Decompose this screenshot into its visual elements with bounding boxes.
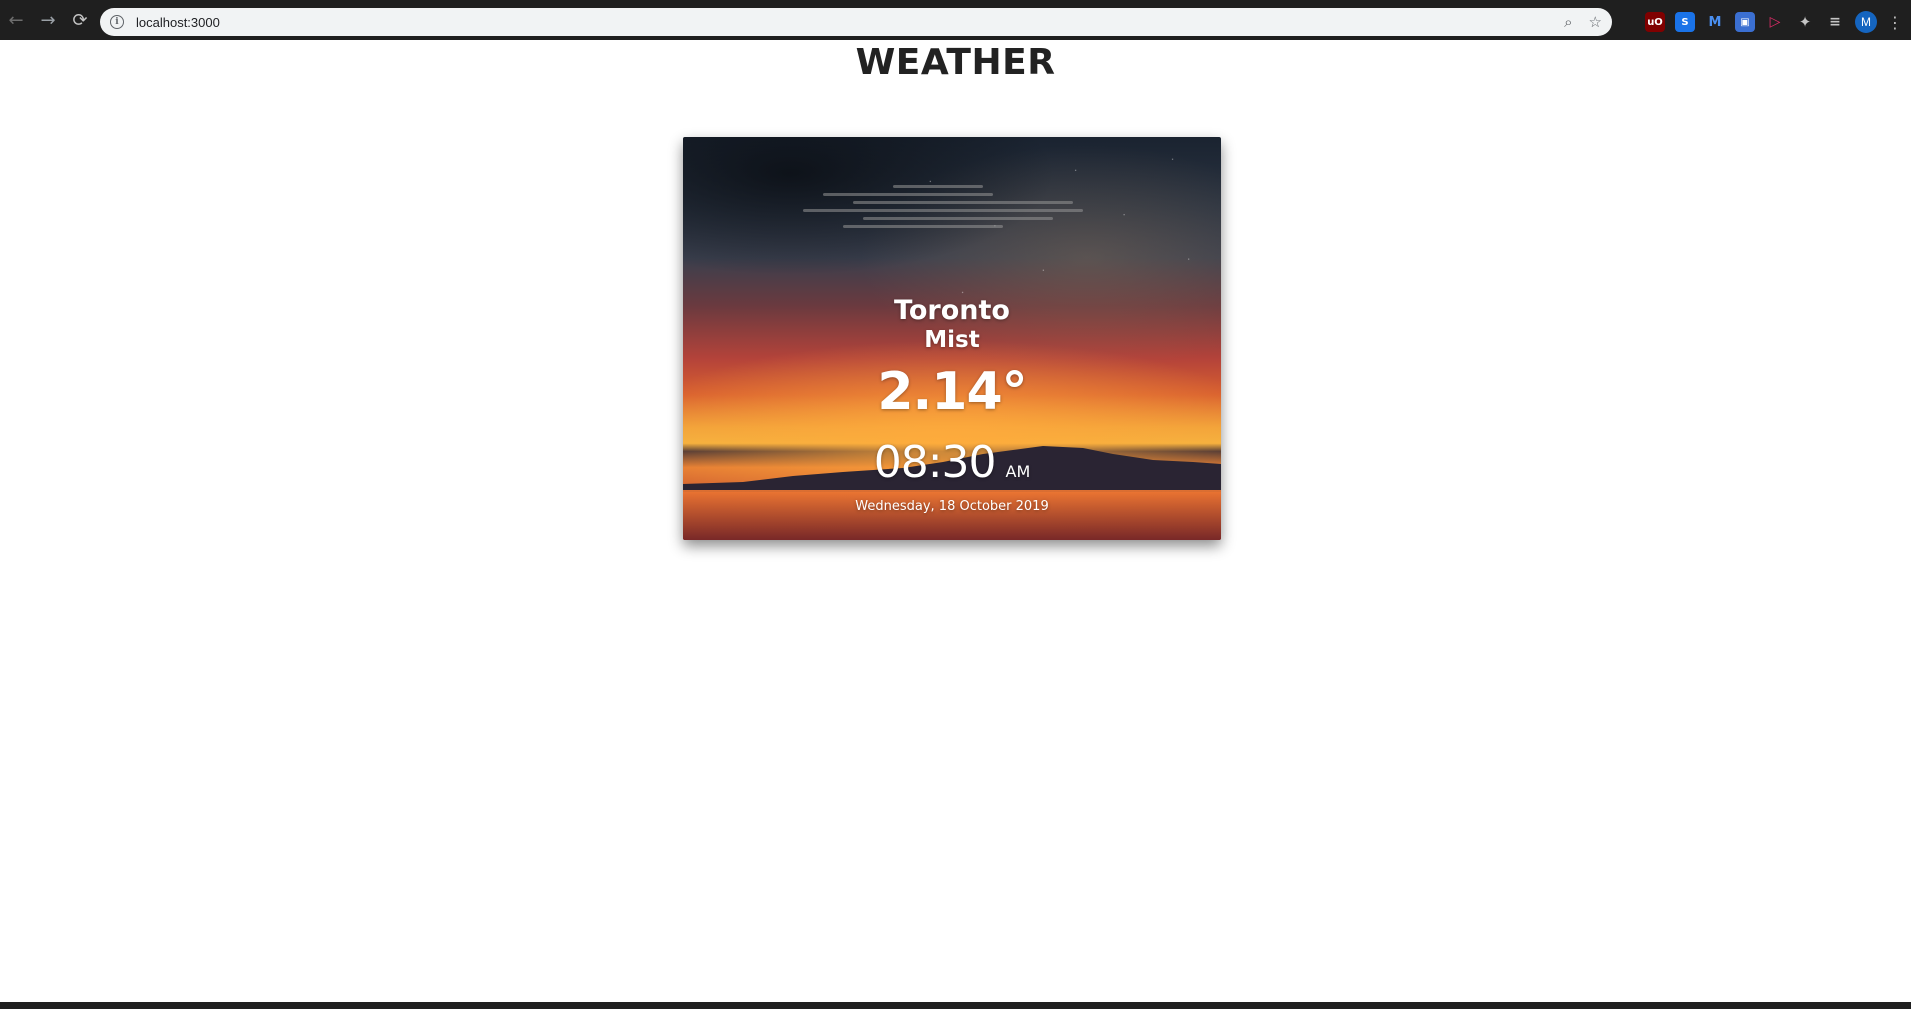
taskbar-strip	[0, 1002, 1911, 1009]
screenshot-icon[interactable]: ▣	[1735, 12, 1755, 32]
weather-condition: Mist	[924, 327, 980, 353]
forward-arrow-icon[interactable]: →	[32, 4, 64, 36]
site-info-icon[interactable]: i	[110, 15, 124, 29]
date-text: Wednesday, 18 October 2019	[855, 499, 1049, 514]
back-arrow-icon[interactable]: ←	[0, 4, 32, 36]
m-extension-icon[interactable]: M	[1705, 12, 1725, 32]
weather-card: Toronto Mist 2.14° 08:30 AM Wednesday, 1…	[683, 137, 1221, 540]
address-bar[interactable]: i localhost:3000 ⌕ ☆	[100, 8, 1612, 36]
play-icon[interactable]: ▷	[1765, 12, 1785, 32]
zoom-icon[interactable]: ⌕	[1564, 13, 1572, 31]
puzzle-extensions-icon[interactable]: ✦	[1795, 12, 1815, 32]
page-title: WEATHER	[855, 42, 1056, 83]
time-row: 08:30 AM	[683, 437, 1221, 488]
city-name: Toronto	[894, 295, 1010, 326]
extensions-bar: uO S M ▣ ▷ ✦ ≡ M ⋮	[1645, 8, 1911, 36]
media-control-icon[interactable]: ≡	[1825, 12, 1845, 32]
profile-avatar[interactable]: M	[1855, 11, 1877, 33]
clock-ampm: AM	[1005, 462, 1031, 481]
clock-time: 08:30	[873, 437, 997, 488]
menu-kebab-icon[interactable]: ⋮	[1887, 13, 1903, 32]
browser-toolbar: ← → ⟳ i localhost:3000 ⌕ ☆ uO S M ▣ ▷ ✦ …	[0, 0, 1911, 40]
temperature: 2.14°	[877, 362, 1027, 422]
s-extension-icon[interactable]: S	[1675, 12, 1695, 32]
url-text[interactable]: localhost:3000	[136, 15, 220, 30]
reload-icon[interactable]: ⟳	[64, 4, 96, 36]
ublock-icon[interactable]: uO	[1645, 12, 1665, 32]
bookmark-star-icon[interactable]: ☆	[1589, 13, 1602, 31]
water-reflection	[683, 490, 1221, 540]
mist-icon	[803, 185, 1103, 230]
